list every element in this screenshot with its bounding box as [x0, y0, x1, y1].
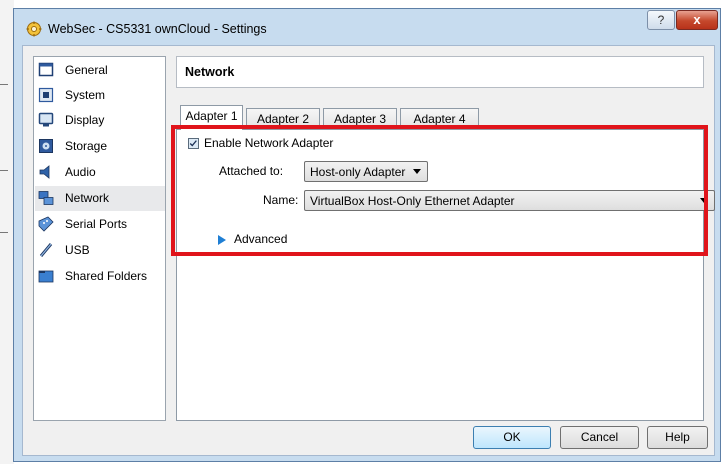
chevron-down-icon	[700, 198, 708, 203]
folder-icon	[38, 270, 54, 283]
ok-button[interactable]: OK	[473, 426, 551, 449]
attached-to-dropdown[interactable]: Host-only Adapter	[304, 161, 428, 182]
background-line	[0, 232, 8, 233]
sidebar-item-label: Shared Folders	[65, 269, 148, 283]
sidebar-item-label: Audio	[65, 165, 96, 179]
general-icon	[38, 62, 54, 77]
sidebar-item-general[interactable]: General	[35, 58, 165, 83]
tab-label: Adapter 3	[333, 112, 387, 126]
audio-speaker-icon	[39, 165, 50, 179]
help-button[interactable]: Help	[647, 426, 708, 449]
name-label: Name:	[263, 193, 299, 207]
window-title: WebSec - CS5331 ownCloud - Settings	[48, 22, 267, 36]
tab-adapter-3[interactable]: Adapter 3	[323, 108, 397, 129]
system-chip-icon	[38, 87, 54, 103]
adapter-name-dropdown[interactable]: VirtualBox Host-Only Ethernet Adapter	[304, 190, 715, 211]
attached-to-label: Attached to:	[219, 164, 284, 178]
settings-dialog: WebSec - CS5331 ownCloud - Settings ? x …	[13, 8, 721, 462]
tab-adapter-1[interactable]: Adapter 1	[180, 105, 243, 130]
sidebar-item-label: Display	[65, 113, 105, 127]
sidebar-item-display[interactable]: Display	[35, 108, 165, 133]
enable-network-adapter-checkbox[interactable]	[188, 138, 199, 149]
serial-port-icon	[38, 216, 54, 232]
page-title: Network	[185, 65, 235, 79]
sidebar-item-label: Serial Ports	[65, 217, 128, 231]
sidebar-item-audio[interactable]: Audio	[35, 160, 165, 185]
tab-label: Adapter 4	[413, 112, 466, 126]
settings-sidebar: General System Display Storage Audio Net…	[33, 56, 166, 421]
tab-adapter-4[interactable]: Adapter 4	[400, 108, 479, 129]
attached-to-value: Host-only Adapter	[310, 165, 406, 179]
storage-disk-icon	[39, 139, 53, 153]
dialog-client-area: General System Display Storage Audio Net…	[22, 45, 715, 456]
page-header: Network	[176, 56, 704, 88]
enable-network-adapter-label[interactable]: Enable Network Adapter	[204, 136, 333, 150]
ok-button-label: OK	[503, 430, 521, 444]
adapter-tab-panel: Enable Network Adapter Attached to: Host…	[176, 129, 715, 421]
expand-triangle-icon[interactable]	[218, 235, 226, 245]
cancel-button-label: Cancel	[580, 430, 619, 444]
network-icon	[38, 191, 54, 205]
sidebar-item-label: General	[65, 63, 108, 77]
display-monitor-icon	[38, 112, 54, 127]
help-titlebar-button[interactable]: ?	[647, 10, 675, 30]
sidebar-item-serial-ports[interactable]: Serial Ports	[35, 212, 165, 237]
adapter-name-value: VirtualBox Host-Only Ethernet Adapter	[310, 194, 515, 208]
help-button-label: Help	[665, 430, 690, 444]
sidebar-item-label: USB	[65, 243, 90, 257]
sidebar-item-label: Network	[65, 191, 110, 205]
close-icon: x	[693, 12, 701, 27]
chevron-down-icon	[413, 169, 421, 174]
background-line	[0, 170, 8, 171]
close-button[interactable]: x	[676, 10, 718, 30]
title-bar[interactable]: WebSec - CS5331 ownCloud - Settings ? x	[14, 9, 720, 47]
virtualbox-app-icon	[26, 21, 42, 37]
background-line	[0, 84, 8, 85]
sidebar-item-label: System	[65, 88, 106, 102]
tab-label: Adapter 2	[256, 112, 310, 126]
sidebar-item-label: Storage	[65, 139, 108, 153]
tab-adapter-2[interactable]: Adapter 2	[246, 108, 320, 129]
help-icon: ?	[657, 13, 665, 27]
usb-plug-icon	[39, 243, 53, 257]
background-window-edge	[0, 0, 14, 464]
sidebar-item-shared-folders[interactable]: Shared Folders	[35, 264, 165, 289]
tab-label: Adapter 1	[185, 109, 238, 123]
sidebar-item-usb[interactable]: USB	[35, 238, 165, 263]
advanced-toggle[interactable]: Advanced	[234, 232, 287, 246]
sidebar-item-system[interactable]: System	[35, 83, 165, 108]
cancel-button[interactable]: Cancel	[560, 426, 639, 449]
sidebar-item-network[interactable]: Network	[35, 186, 165, 211]
checkmark-icon	[189, 140, 197, 147]
sidebar-item-storage[interactable]: Storage	[35, 134, 165, 159]
